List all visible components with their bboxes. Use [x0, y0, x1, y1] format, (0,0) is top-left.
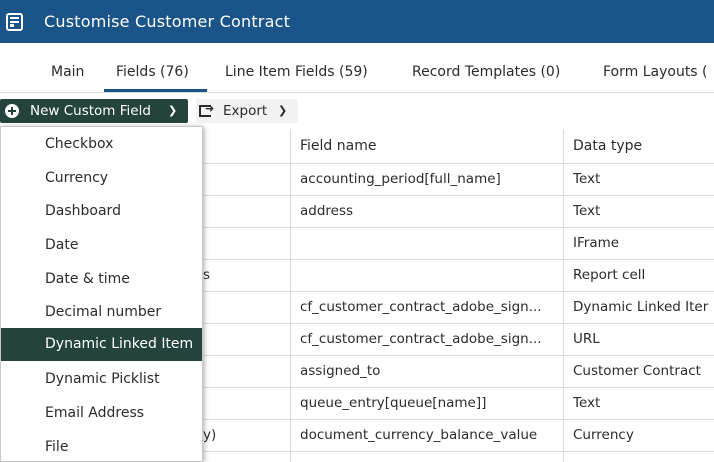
table-cell-label[interactable]: s [203, 267, 283, 283]
title-bar: Customise Customer Contract [0, 0, 714, 43]
menu-item-decimal-number[interactable]: Decimal number [1, 296, 202, 329]
window-title: Customise Customer Contract [44, 12, 291, 31]
tab-form-layouts[interactable]: Form Layouts ( [603, 64, 708, 80]
menu-item-dashboard[interactable]: Dashboard [1, 195, 202, 228]
table-cell-field-name[interactable]: accounting_period[full_name] [300, 171, 558, 187]
table-cell-field-name[interactable]: cf_customer_contract_adobe_sign... [300, 299, 558, 315]
tab-fields[interactable]: Fields (76) [116, 64, 189, 80]
table-cell-field-name[interactable]: cf_customer_contract_adobe_sign... [300, 331, 558, 347]
tab-line-item-fields[interactable]: Line Item Fields (59) [225, 64, 368, 80]
menu-item-checkbox[interactable]: Checkbox [1, 128, 202, 161]
new-custom-field-menu: Checkbox Currency Dashboard Date Date & … [0, 126, 203, 462]
menu-item-email-address[interactable]: Email Address [1, 397, 202, 430]
chevron-down-icon: ❯ [168, 104, 178, 117]
menu-item-date-time[interactable]: Date & time [1, 263, 202, 296]
export-label: Export [223, 103, 268, 119]
column-header-data-type[interactable]: Data type [573, 129, 642, 163]
table-cell-data-type[interactable]: Dynamic Linked Iter [573, 299, 714, 315]
table-cell-field-name[interactable]: queue_entry[queue[name]] [300, 395, 558, 411]
menu-item-dynamic-linked-item[interactable]: Dynamic Linked Item [1, 328, 202, 361]
toolbar: New Custom Field ❯ Export ❯ [0, 94, 714, 128]
active-tab-indicator [104, 89, 207, 92]
menu-item-currency[interactable]: Currency [1, 162, 202, 195]
table-cell-data-type[interactable]: Text [573, 171, 714, 187]
tab-bar: Main Fields (76) Line Item Fields (59) R… [0, 43, 714, 93]
tab-record-templates[interactable]: Record Templates (0) [412, 64, 560, 80]
menu-item-file[interactable]: File [1, 431, 202, 462]
column-header-field-name[interactable]: Field name [300, 129, 376, 163]
chevron-down-icon: ❯ [278, 104, 288, 117]
table-cell-data-type[interactable]: IFrame [573, 235, 714, 251]
table-cell-label[interactable]: y) [203, 427, 283, 443]
table-cell-data-type[interactable]: Text [573, 203, 714, 219]
new-custom-field-button[interactable]: New Custom Field ❯ [0, 99, 188, 123]
menu-item-date[interactable]: Date [1, 229, 202, 262]
table-cell-data-type[interactable]: URL [573, 331, 714, 347]
table-cell-data-type[interactable]: Text [573, 395, 714, 411]
table-cell-data-type[interactable]: Currency [573, 427, 714, 443]
table-cell-data-type[interactable]: Report cell [573, 267, 714, 283]
export-icon [199, 102, 214, 117]
new-custom-field-label: New Custom Field [30, 103, 151, 119]
table-cell-field-name[interactable]: address [300, 203, 558, 219]
table-cell-data-type[interactable]: Customer Contract [573, 363, 714, 379]
tab-main[interactable]: Main [51, 64, 84, 80]
form-icon [6, 13, 23, 31]
plus-circle-icon [5, 104, 19, 118]
menu-item-dynamic-picklist[interactable]: Dynamic Picklist [1, 363, 202, 396]
table-cell-field-name[interactable]: assigned_to [300, 363, 558, 379]
table-cell-field-name[interactable]: document_currency_balance_value [300, 427, 558, 443]
export-button[interactable]: Export ❯ [196, 99, 298, 123]
